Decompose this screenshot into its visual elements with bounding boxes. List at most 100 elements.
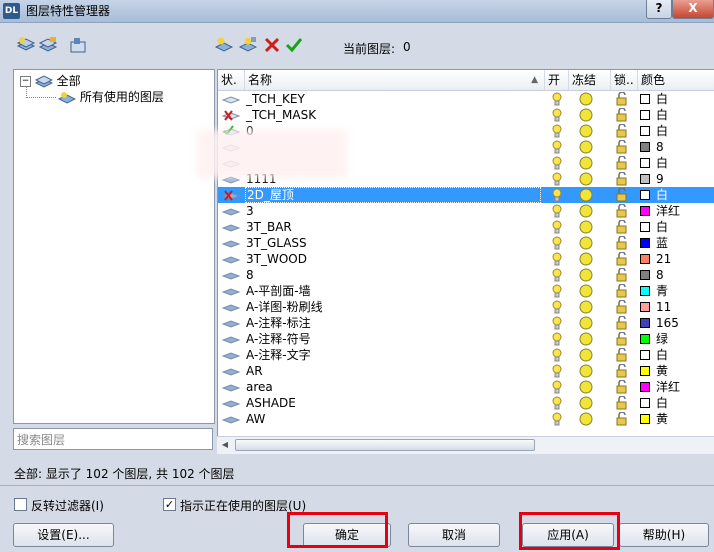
help-button[interactable]: 帮助(H) [619, 523, 709, 547]
layer-name[interactable]: 3 [245, 203, 542, 219]
layer-name[interactable]: ASHADE [245, 395, 542, 411]
lightbulb-on-icon[interactable] [551, 108, 563, 122]
layer-row[interactable]: 3T_WOOD 21 [218, 251, 714, 267]
layer-row[interactable]: 3T_BAR 白 [218, 219, 714, 235]
sun-thawed-icon[interactable] [579, 108, 593, 122]
lock-open-icon[interactable] [615, 204, 629, 218]
lock-open-icon[interactable] [615, 156, 629, 170]
linetype-cell[interactable] [688, 347, 714, 363]
lightbulb-on-icon[interactable] [551, 364, 563, 378]
delete-layer-icon[interactable] [262, 36, 282, 54]
scroll-left-icon[interactable]: ◀ [219, 439, 231, 451]
layer-name[interactable]: area [245, 379, 542, 395]
sun-thawed-icon[interactable] [579, 380, 593, 394]
set-current-icon[interactable] [284, 36, 304, 54]
layer-row[interactable]: A-注释-标注 165 [218, 315, 714, 331]
lightbulb-on-icon[interactable] [551, 172, 563, 186]
lock-open-icon[interactable] [615, 348, 629, 362]
color-swatch[interactable] [640, 318, 650, 328]
layer-list[interactable]: 状. 名称▲ 开 冻结 锁.. 颜色 _TCH_KEY白_TCH_MASK白0白… [217, 69, 714, 454]
layer-name[interactable]: _TCH_KEY [245, 91, 542, 107]
new-group-filter-icon[interactable] [38, 36, 58, 54]
lightbulb-on-icon[interactable] [551, 332, 563, 346]
layer-row[interactable]: A-详图-粉刷线 11 [218, 299, 714, 315]
layer-name[interactable]: 3T_WOOD [245, 251, 542, 267]
lightbulb-on-icon[interactable] [551, 284, 563, 298]
linetype-cell[interactable] [688, 107, 714, 123]
sun-thawed-icon[interactable] [579, 140, 593, 154]
tree-item-all[interactable]: − 全部 [20, 73, 81, 89]
lock-open-icon[interactable] [615, 92, 629, 106]
lightbulb-on-icon[interactable] [551, 124, 563, 138]
linetype-cell[interactable] [688, 235, 714, 251]
color-swatch[interactable] [640, 206, 650, 216]
sun-thawed-icon[interactable] [579, 268, 593, 282]
lock-open-icon[interactable] [615, 140, 629, 154]
sun-thawed-icon[interactable] [579, 348, 593, 362]
lightbulb-on-icon[interactable] [551, 300, 563, 314]
layer-row[interactable]: A-注释-文字白 [218, 347, 714, 363]
layer-row[interactable]: ASHADE 白 [218, 395, 714, 411]
lightbulb-on-icon[interactable] [551, 188, 563, 202]
layer-name[interactable]: AW [245, 411, 542, 427]
lightbulb-on-icon[interactable] [551, 412, 563, 426]
sun-thawed-icon[interactable] [579, 364, 593, 378]
color-swatch[interactable] [640, 334, 650, 344]
lock-open-icon[interactable] [615, 412, 629, 426]
linetype-cell[interactable] [688, 171, 714, 187]
invert-filter-checkbox[interactable] [14, 498, 27, 511]
layer-name[interactable]: AR [245, 363, 542, 379]
color-swatch[interactable] [640, 254, 650, 264]
sun-thawed-icon[interactable] [579, 188, 593, 202]
new-property-filter-icon[interactable] [16, 36, 36, 54]
linetype-cell[interactable] [688, 283, 714, 299]
layer-name[interactable]: A-注释-符号 [245, 331, 542, 347]
new-layer-vp-frozen-icon[interactable] [238, 36, 258, 54]
sun-thawed-icon[interactable] [579, 300, 593, 314]
linetype-cell[interactable] [688, 315, 714, 331]
layer-name[interactable]: _TCH_MASK [245, 107, 542, 123]
linetype-cell[interactable] [688, 91, 714, 107]
color-swatch[interactable] [640, 382, 650, 392]
lightbulb-on-icon[interactable] [551, 156, 563, 170]
lock-open-icon[interactable] [615, 268, 629, 282]
scrollbar-thumb[interactable] [235, 439, 535, 451]
lightbulb-on-icon[interactable] [551, 380, 563, 394]
sun-thawed-icon[interactable] [579, 316, 593, 330]
col-state[interactable]: 状. [218, 70, 245, 90]
lock-open-icon[interactable] [615, 252, 629, 266]
new-layer-icon[interactable] [214, 36, 234, 54]
sun-thawed-icon[interactable] [579, 124, 593, 138]
linetype-cell[interactable] [688, 251, 714, 267]
layer-row[interactable]: 2D_屋顶白 [218, 187, 714, 203]
layer-row[interactable]: A-平剖面-墙青 [218, 283, 714, 299]
col-on[interactable]: 开 [545, 70, 569, 90]
filter-tree[interactable]: − 全部 所有使用的图层 [13, 69, 215, 424]
linetype-cell[interactable] [688, 411, 714, 427]
tree-item-used-layers[interactable]: 所有使用的图层 [57, 89, 164, 105]
color-swatch[interactable] [640, 158, 650, 168]
layer-row[interactable]: _TCH_KEY 白 [218, 91, 714, 107]
color-swatch[interactable] [640, 238, 650, 248]
apply-button[interactable]: 应用(A) [522, 523, 614, 547]
layer-name[interactable]: A-注释-文字 [245, 347, 542, 363]
layer-row[interactable]: 88 [218, 267, 714, 283]
window-close-button[interactable]: X [672, 0, 714, 19]
layer-name[interactable]: A-注释-标注 [245, 315, 542, 331]
sun-thawed-icon[interactable] [579, 92, 593, 106]
color-swatch[interactable] [640, 126, 650, 136]
lightbulb-on-icon[interactable] [551, 220, 563, 234]
lock-open-icon[interactable] [615, 396, 629, 410]
color-swatch[interactable] [640, 190, 650, 200]
linetype-cell[interactable] [688, 267, 714, 283]
layer-name[interactable]: A-详图-粉刷线 [245, 299, 542, 315]
color-swatch[interactable] [640, 142, 650, 152]
sun-thawed-icon[interactable] [579, 412, 593, 426]
lightbulb-on-icon[interactable] [551, 396, 563, 410]
layer-row[interactable]: _TCH_MASK 白 [218, 107, 714, 123]
linetype-cell[interactable] [688, 379, 714, 395]
lightbulb-on-icon[interactable] [551, 268, 563, 282]
sun-thawed-icon[interactable] [579, 332, 593, 346]
linetype-cell[interactable] [688, 219, 714, 235]
linetype-cell[interactable] [688, 123, 714, 139]
